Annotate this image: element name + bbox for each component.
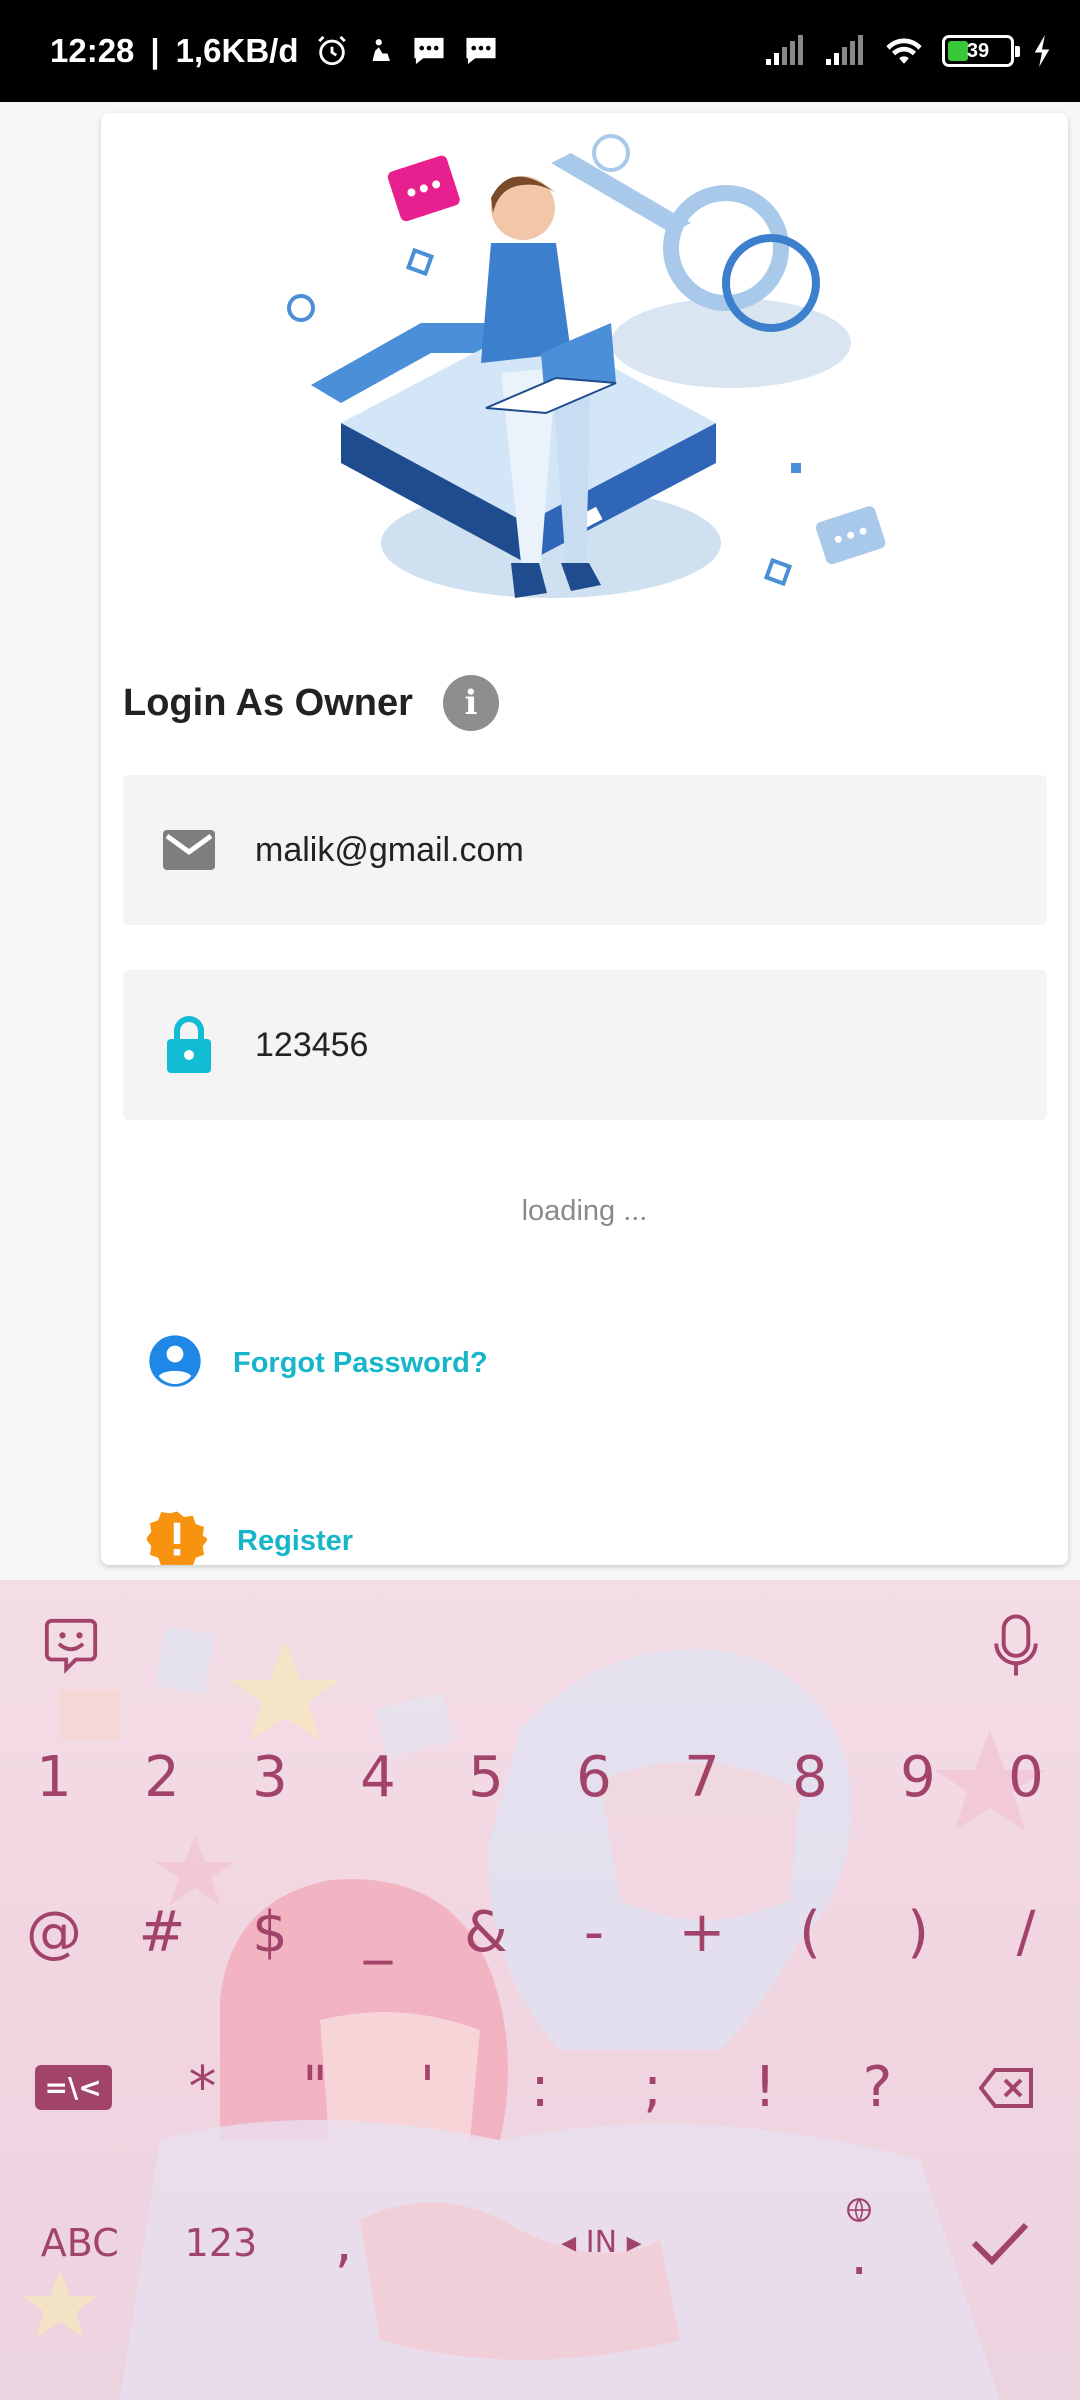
key[interactable]: _ — [324, 1875, 432, 1990]
alarm-icon — [315, 34, 349, 68]
login-illustration — [287, 134, 886, 598]
login-card: Login As Owner i malik@gmail.com 123456 … — [101, 113, 1068, 1565]
charging-icon — [1032, 35, 1052, 67]
symbol-switch-label: =\< — [34, 2065, 112, 2110]
wifi-icon — [884, 35, 924, 67]
globe-icon — [847, 2198, 872, 2222]
symbol-switch-key[interactable]: =\< — [0, 2030, 146, 2145]
message-icon — [463, 35, 499, 67]
comma-key[interactable]: , — [282, 2185, 405, 2300]
key[interactable]: ( — [756, 1875, 864, 1990]
key[interactable]: # — [108, 1875, 216, 1990]
battery-level: 39 — [966, 39, 990, 62]
keyboard-row-bottom: ABC 123 , ◂ IN ▸ . — [0, 2185, 1080, 2300]
emoji-icon[interactable] — [42, 1616, 100, 1679]
account-circle-icon — [147, 1333, 203, 1394]
message-icon — [411, 35, 447, 67]
checkmark-icon — [972, 2222, 1029, 2265]
key[interactable]: 8 — [756, 1720, 864, 1835]
status-bar: 12:28 | 1,6KB/d 39 — [0, 0, 1080, 102]
key[interactable]: 3 — [216, 1720, 324, 1835]
key[interactable]: ! — [709, 2030, 822, 2145]
key[interactable]: 7 — [648, 1720, 756, 1835]
period-key[interactable]: . — [798, 2185, 921, 2300]
enter-key[interactable] — [920, 2185, 1080, 2300]
key[interactable]: - — [540, 1875, 648, 1990]
key[interactable]: 9 — [864, 1720, 972, 1835]
key[interactable]: 2 — [108, 1720, 216, 1835]
keyboard-row-symbols-2: =\< * " ' : ; ! ? — [0, 2030, 1080, 2145]
password-value: 123456 — [255, 1025, 369, 1064]
page-title: Login As Owner — [123, 681, 413, 724]
chevron-left-icon: ◂ — [561, 2225, 586, 2260]
numeric-key[interactable]: 123 — [160, 2185, 283, 2300]
chevron-right-icon: ▸ — [617, 2225, 642, 2260]
signal-icon — [764, 35, 806, 67]
key[interactable]: ' — [371, 2030, 484, 2145]
abc-key[interactable]: ABC — [0, 2185, 160, 2300]
register-label: Register — [237, 1525, 354, 1557]
keyboard-row-symbols: @ # $ _ & - + ( ) / — [0, 1875, 1080, 1990]
backspace-icon — [978, 2067, 1033, 2108]
key[interactable]: + — [648, 1875, 756, 1990]
key[interactable]: 0 — [972, 1720, 1080, 1835]
key[interactable]: & — [432, 1875, 540, 1990]
battery-icon: 39 — [942, 35, 1020, 67]
info-glyph: i — [464, 683, 478, 723]
title-row: Login As Owner i — [123, 675, 499, 731]
email-value: malik@gmail.com — [255, 830, 524, 869]
email-icon — [123, 827, 255, 873]
key[interactable]: 6 — [540, 1720, 648, 1835]
forgot-password-label: Forgot Password? — [233, 1347, 488, 1379]
email-field[interactable]: malik@gmail.com — [123, 775, 1047, 925]
key[interactable]: $ — [216, 1875, 324, 1990]
status-separator: | — [150, 32, 160, 69]
key[interactable]: * — [146, 2030, 259, 2145]
register-link[interactable]: Register — [145, 1509, 354, 1565]
soft-keyboard: 1 2 3 4 5 6 7 8 9 0 @ # $ _ & - + ( ) / … — [0, 1580, 1080, 2400]
password-field[interactable]: 123456 — [123, 970, 1047, 1120]
key[interactable]: ; — [596, 2030, 709, 2145]
status-time: 12:28 — [50, 32, 135, 69]
keyboard-row-numbers: 1 2 3 4 5 6 7 8 9 0 — [0, 1720, 1080, 1835]
lock-icon — [123, 1015, 255, 1075]
info-icon[interactable]: i — [442, 675, 499, 731]
key[interactable]: : — [484, 2030, 597, 2145]
key[interactable]: 5 — [432, 1720, 540, 1835]
signal-icon — [824, 35, 866, 67]
backspace-key[interactable] — [934, 2030, 1080, 2145]
language-label: IN — [585, 2225, 618, 2260]
key[interactable]: ? — [821, 2030, 934, 2145]
muslim-pray-icon — [365, 36, 395, 66]
key[interactable]: ) — [864, 1875, 972, 1990]
key[interactable]: 4 — [324, 1720, 432, 1835]
key[interactable]: " — [259, 2030, 372, 2145]
key[interactable]: / — [972, 1875, 1080, 1990]
forgot-password-link[interactable]: Forgot Password? — [147, 1333, 488, 1394]
network-speed: 1,6KB/d — [175, 32, 299, 69]
key[interactable]: @ — [0, 1875, 108, 1990]
period-label: . — [850, 2223, 869, 2288]
loading-text: loading ... — [521, 1195, 648, 1227]
microphone-icon[interactable] — [990, 1614, 1042, 1683]
space-key[interactable]: ◂ IN ▸ — [405, 2185, 798, 2300]
key[interactable]: 1 — [0, 1720, 108, 1835]
keyboard-toolbar — [0, 1580, 1080, 1720]
alert-badge-icon — [145, 1509, 209, 1565]
